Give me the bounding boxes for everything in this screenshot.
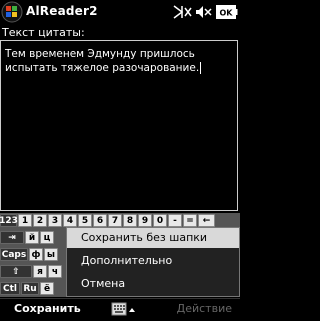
keyboard-row-1: 123 1 2 3 4 5 6 7 8 9 0 - = ← [0, 214, 216, 228]
key-4[interactable]: 4 [63, 214, 77, 227]
keyboard-row-4: ⇧ я ч [0, 265, 63, 279]
key-2[interactable]: 2 [33, 214, 47, 227]
key-7[interactable]: 7 [108, 214, 122, 227]
key-ц[interactable]: ц [40, 231, 54, 244]
key-shift[interactable]: ⇧ [0, 265, 32, 278]
quote-textarea[interactable]: Тем временем Эдмунду пришлось испытать т… [0, 40, 238, 211]
key-8[interactable]: 8 [123, 214, 137, 227]
key-ctrl[interactable]: Ctl [0, 282, 20, 295]
key-я[interactable]: я [33, 265, 47, 278]
key-6[interactable]: 6 [93, 214, 107, 227]
key-backspace[interactable]: ← [198, 214, 215, 227]
key-ф[interactable]: ф [29, 248, 43, 261]
keyboard-row-5: Ctl Ru ё [0, 282, 55, 296]
battery-icon[interactable]: OK [216, 5, 238, 19]
key-123[interactable]: 123 [0, 214, 18, 227]
key-1[interactable]: 1 [18, 214, 32, 227]
key-language[interactable]: Ru [21, 282, 39, 295]
keyboard-row-2: ⇥ й ц [0, 231, 55, 245]
key-ы[interactable]: ы [44, 248, 58, 261]
key-3[interactable]: 3 [48, 214, 62, 227]
action-softkey[interactable]: Действие [177, 302, 232, 315]
menu-item-cancel[interactable]: Отмена [67, 274, 239, 294]
save-softkey[interactable]: Сохранить [14, 302, 81, 315]
quote-label: Текст цитаты: [2, 26, 85, 39]
key-caps[interactable]: Caps [0, 248, 28, 261]
app-title: AlReader2 [26, 4, 98, 18]
context-menu: Сохранить без шапки Дополнительно Отмена [66, 227, 240, 297]
status-icons: OK [172, 2, 238, 22]
windows-logo-icon[interactable] [1, 1, 23, 23]
battery-label: OK [220, 9, 234, 18]
key-ё[interactable]: ё [40, 282, 54, 295]
key-ч[interactable]: ч [48, 265, 62, 278]
key-9[interactable]: 9 [138, 214, 152, 227]
menu-item-more[interactable]: Дополнительно [67, 251, 239, 271]
key-tab[interactable]: ⇥ [0, 231, 24, 244]
quote-text: Тем временем Эдмунду пришлось испытать т… [5, 48, 200, 74]
menu-item-save-without-header[interactable]: Сохранить без шапки [67, 228, 239, 248]
mute-icon[interactable] [195, 4, 213, 20]
key-0[interactable]: 0 [153, 214, 167, 227]
keyboard-row-3: Caps ф ы [0, 248, 59, 262]
key-й[interactable]: й [25, 231, 39, 244]
keyboard-toggle-icon[interactable] [111, 301, 137, 318]
text-caret [200, 62, 202, 74]
softkey-bar: Сохранить Действие [0, 298, 240, 321]
key-equals[interactable]: = [183, 214, 197, 227]
key-5[interactable]: 5 [78, 214, 92, 227]
signal-icon[interactable] [172, 4, 192, 20]
key-minus[interactable]: - [168, 214, 182, 227]
title-bar: AlReader2 OK [0, 0, 240, 24]
